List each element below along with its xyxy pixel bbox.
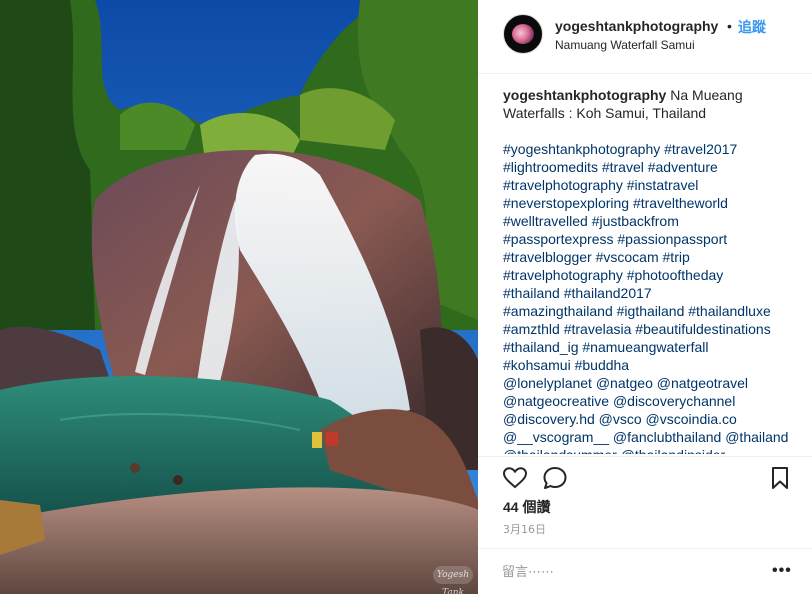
mention-line[interactable]: @discovery.hd @vsco @vscoindia.co: [503, 410, 803, 428]
comment-input[interactable]: [502, 561, 752, 583]
hashtag-line[interactable]: #welltravelled #justbackfrom: [503, 212, 803, 230]
likes-count[interactable]: 44 個讚: [503, 497, 550, 517]
mention-line[interactable]: @natgeocreative @discoverychannel: [503, 392, 803, 410]
follow-button[interactable]: 追蹤: [738, 17, 766, 37]
mention-line[interactable]: @lonelyplanet @natgeo @natgeotravel: [503, 374, 803, 392]
hashtag-line[interactable]: #travelphotography #photooftheday: [503, 266, 803, 284]
header-separator: •: [727, 18, 732, 34]
post-photo[interactable]: Yogesh Tank: [0, 0, 478, 594]
caption: yogeshtankphotography Na Mueang Waterfal…: [503, 86, 803, 454]
avatar[interactable]: [503, 14, 543, 54]
waterfall-photo: [0, 0, 478, 594]
post-date[interactable]: 3月16日: [503, 521, 546, 537]
heart-outline-icon[interactable]: [502, 465, 528, 491]
hashtag-line[interactable]: #kohsamui #buddha: [503, 356, 803, 374]
hashtag-line[interactable]: #thailand #thailand2017: [503, 284, 803, 302]
hashtag-line[interactable]: #amazingthailand #igthailand #thailandlu…: [503, 302, 803, 320]
caption-text: Na Mueang: [666, 87, 743, 103]
caption-line: yogeshtankphotography Na Mueang: [503, 86, 803, 104]
hashtag-line[interactable]: #amzthld #travelasia #beautifuldestinati…: [503, 320, 803, 338]
caption-text-line2: Waterfalls : Koh Samui, Thailand: [503, 105, 707, 121]
comment-form: •••: [478, 548, 812, 594]
caption-username[interactable]: yogeshtankphotography: [503, 87, 666, 103]
location-link[interactable]: Namuang Waterfall Samui: [555, 38, 695, 52]
avatar-logo: [512, 24, 534, 44]
hashtag-line[interactable]: #travelphotography #instatravel: [503, 176, 803, 194]
hashtag-line[interactable]: #travelblogger #vscocam #trip: [503, 248, 803, 266]
hashtag-line[interactable]: #neverstopexploring #traveltheworld: [503, 194, 803, 212]
post-side-panel: yogeshtankphotography • 追蹤 Namuang Water…: [478, 0, 812, 594]
bookmark-icon[interactable]: [767, 465, 793, 491]
hashtag-line[interactable]: #thailand_ig #namueangwaterfall: [503, 338, 803, 356]
hashtag-line[interactable]: #lightroomedits #travel #adventure: [503, 158, 803, 176]
mention-line[interactable]: @__vscogram__ @fanclubthailand @thailand: [503, 428, 803, 446]
post-header: yogeshtankphotography • 追蹤 Namuang Water…: [478, 0, 812, 74]
hashtag-line[interactable]: #yogeshtankphotography #travel2017: [503, 140, 803, 158]
mention-line[interactable]: @thailandsummer @thailandinsider: [503, 446, 803, 454]
more-options-icon[interactable]: •••: [772, 562, 792, 580]
hashtag-line[interactable]: #passportexpress #passionpassport: [503, 230, 803, 248]
header-username[interactable]: yogeshtankphotography: [555, 18, 718, 34]
speech-bubble-icon[interactable]: [542, 465, 568, 491]
photo-watermark: Yogesh Tank: [433, 566, 473, 594]
action-bar: [478, 456, 812, 496]
